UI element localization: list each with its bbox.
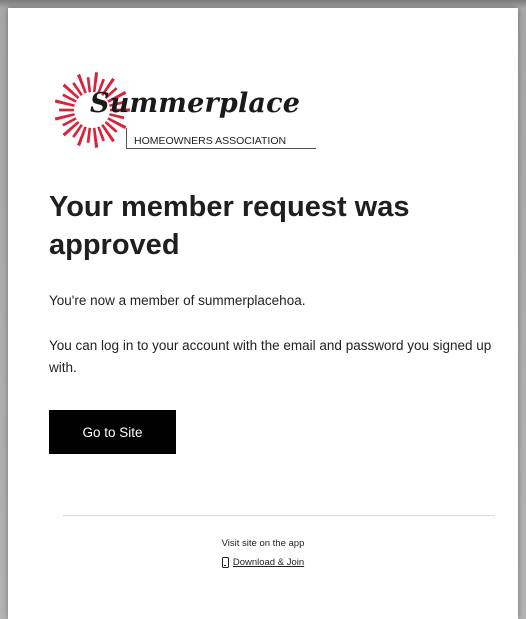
download-join-row: Download & Join: [8, 557, 518, 568]
summerplace-logo: Summerplace HOMEOWNERS ASSOCIATION: [52, 66, 332, 162]
email-heading: Your member request was approved: [49, 191, 410, 261]
app-note: Visit site on the app: [221, 538, 305, 549]
sunburst-ray: [59, 108, 75, 112]
download-join-link[interactable]: Download & Join: [233, 557, 304, 568]
logo-rule-horizontal: [126, 148, 316, 149]
go-to-site-button[interactable]: Go to Site: [49, 410, 176, 454]
email-card: Summerplace HOMEOWNERS ASSOCIATION Your …: [8, 8, 518, 619]
membership-confirmation-text: You're now a member of summerplacehoa.: [49, 293, 306, 308]
logo-rule-vertical: [126, 128, 127, 148]
phone-icon: [221, 557, 229, 568]
email-viewport: Summerplace HOMEOWNERS ASSOCIATION Your …: [0, 0, 526, 619]
footer-divider: [63, 515, 495, 516]
sunburst-ray: [86, 127, 92, 143]
logo-wordmark: Summerplace: [90, 88, 301, 119]
login-instructions-text: You can log in to your account with the …: [49, 338, 492, 375]
sunburst-ray: [92, 127, 99, 148]
logo-subtitle: HOMEOWNERS ASSOCIATION: [134, 135, 287, 147]
